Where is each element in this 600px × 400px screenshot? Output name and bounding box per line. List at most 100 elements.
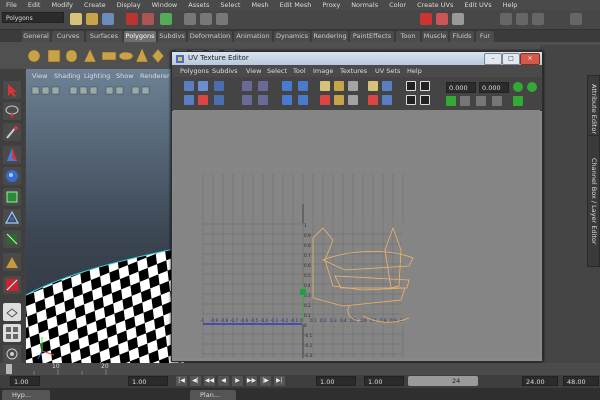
universal-manipulator-icon[interactable] xyxy=(3,209,21,227)
toggle-panel-icon[interactable] xyxy=(570,13,582,25)
lights-icon[interactable] xyxy=(105,86,114,95)
uv-relax-icon[interactable] xyxy=(334,95,344,105)
uv-copy-values-icon[interactable] xyxy=(446,96,456,106)
select-by-object-icon[interactable] xyxy=(142,13,154,25)
select-tool-icon[interactable] xyxy=(3,81,21,99)
toggle-panel-icon[interactable] xyxy=(532,13,544,25)
menu-edit-mesh[interactable]: Edit Mesh xyxy=(274,0,317,10)
uv-display-icon[interactable] xyxy=(382,81,392,91)
uv-menu-subdivs[interactable]: Subdivs xyxy=(212,67,238,75)
uv-dim-icon[interactable] xyxy=(382,95,392,105)
outliner-layout-icon[interactable] xyxy=(3,345,21,363)
move-tool-icon[interactable] xyxy=(3,146,21,164)
uv-distortion-icon[interactable] xyxy=(348,95,358,105)
uv-filter-icon[interactable] xyxy=(368,95,378,105)
viewport-menu-view[interactable]: View xyxy=(32,72,47,80)
uv-apply-icon[interactable] xyxy=(527,82,537,92)
uv-layout-icon[interactable] xyxy=(258,95,268,105)
maximize-button[interactable]: □ xyxy=(502,53,520,65)
menu-window[interactable]: Window xyxy=(146,0,183,10)
uv-paste-v-icon[interactable] xyxy=(420,95,430,105)
uv-view-icon[interactable] xyxy=(184,81,194,91)
select-by-component-icon[interactable] xyxy=(160,13,172,25)
playback-end-field[interactable]: 48.00 xyxy=(563,376,599,386)
shelf-tab-rendering[interactable]: Rendering xyxy=(312,31,348,42)
menu-normals[interactable]: Normals xyxy=(345,0,383,10)
uv-menu-uv-sets[interactable]: UV Sets xyxy=(375,67,400,75)
viewport-menu-lighting[interactable]: Lighting xyxy=(84,72,110,80)
uv-paste-u-icon[interactable] xyxy=(406,95,416,105)
uv-paste-icon[interactable] xyxy=(420,81,430,91)
uv-reset-icon[interactable] xyxy=(513,96,523,106)
four-view-layout-icon[interactable] xyxy=(3,324,21,342)
shelf-tab-polygons[interactable]: Polygons xyxy=(124,31,156,42)
perspective-viewport[interactable] xyxy=(26,69,184,370)
single-perspective-layout-icon[interactable] xyxy=(3,303,21,321)
shelf-tab-toon[interactable]: Toon xyxy=(396,31,420,42)
shelf-tab-curves[interactable]: Curves xyxy=(52,31,84,42)
current-frame-field[interactable]: 1.00 xyxy=(128,376,168,386)
poly-platonic-icon[interactable] xyxy=(151,48,165,64)
uv-clear-icon[interactable] xyxy=(476,96,486,106)
uv-refresh-icon[interactable] xyxy=(513,82,523,92)
poly-sphere-icon[interactable] xyxy=(27,49,41,63)
menu-color[interactable]: Color xyxy=(383,0,411,10)
open-scene-icon[interactable] xyxy=(86,13,98,25)
select-by-hierarchy-icon[interactable] xyxy=(126,13,138,25)
toggle-panel-icon[interactable] xyxy=(516,13,528,25)
left-value-field[interactable]: 1.00 xyxy=(10,376,40,386)
uv-u-value-field[interactable]: 0.000 xyxy=(446,82,476,93)
viewport-menu-show[interactable]: Show xyxy=(116,72,134,80)
menu-mesh[interactable]: Mesh xyxy=(245,0,273,10)
uv-menu-view[interactable]: View xyxy=(246,67,261,75)
snap-grid-icon[interactable] xyxy=(184,13,196,25)
poly-cone-icon[interactable] xyxy=(83,48,97,63)
poly-torus-icon[interactable] xyxy=(118,51,134,61)
uv-v-value-field[interactable]: 0.000 xyxy=(479,82,509,93)
uv-delete-icon[interactable] xyxy=(492,96,502,106)
playback-start-field[interactable]: 1.00 xyxy=(364,376,404,386)
uv-select-shell-icon[interactable] xyxy=(320,81,330,91)
viewport-menu-renderer[interactable]: Renderer xyxy=(140,72,170,80)
menu-assets[interactable]: Assets xyxy=(182,0,214,10)
camera-attributes-icon[interactable] xyxy=(51,86,60,95)
menu-display[interactable]: Display xyxy=(111,0,146,10)
menu-proxy[interactable]: Proxy xyxy=(316,0,345,10)
shelf-tab-subdivs[interactable]: Subdivs xyxy=(158,31,186,42)
viewport-menu-shading[interactable]: Shading xyxy=(54,72,80,80)
uv-straighten-icon[interactable] xyxy=(320,95,330,105)
uv-flip-v-icon[interactable] xyxy=(198,95,208,105)
xray-icon[interactable] xyxy=(131,86,140,95)
smooth-shade-icon[interactable] xyxy=(79,86,88,95)
poly-pyramid-icon[interactable] xyxy=(135,47,149,63)
render-settings-icon[interactable] xyxy=(452,13,464,25)
last-tool-icon[interactable] xyxy=(3,276,21,294)
menu-edit[interactable]: Edit xyxy=(22,0,46,10)
uv-image-icon[interactable] xyxy=(214,81,224,91)
close-button[interactable]: × xyxy=(520,53,540,65)
soft-mod-tool-icon[interactable] xyxy=(3,230,21,248)
shelf-tab-painteffects[interactable]: PaintEffects xyxy=(350,31,394,42)
step-forward-key-button[interactable]: |▶ xyxy=(260,376,271,386)
go-to-start-button[interactable]: |◀ xyxy=(176,376,187,386)
shelf-tab-dynamics[interactable]: Dynamics xyxy=(274,31,310,42)
step-back-frame-button[interactable]: ◀◀ xyxy=(204,376,215,386)
snap-curve-icon[interactable] xyxy=(200,13,212,25)
uv-grid-canvas[interactable]: -1 -0.9 -0.8 -0.7 -0.6 -0.5 -0.4 -0.3 -0.2 -0.1 0 0… xyxy=(173,110,540,358)
uv-shell-border-icon[interactable] xyxy=(334,81,344,91)
shelf-tab-animation[interactable]: Animation xyxy=(234,31,272,42)
uv-menu-select[interactable]: Select xyxy=(267,67,287,75)
poly-cube-icon[interactable] xyxy=(47,49,61,63)
isolate-select-icon[interactable] xyxy=(141,86,150,95)
uv-copy-icon[interactable] xyxy=(406,81,416,91)
menu-help[interactable]: Help xyxy=(497,0,523,10)
render-frame-icon[interactable] xyxy=(420,13,432,25)
shelf-tab-surfaces[interactable]: Surfaces xyxy=(86,31,122,42)
uv-sew-icon[interactable] xyxy=(258,81,268,91)
menu-file[interactable]: File xyxy=(0,0,22,10)
new-scene-icon[interactable] xyxy=(70,13,82,25)
step-back-key-button[interactable]: ◀| xyxy=(190,376,201,386)
uv-unfold-icon[interactable] xyxy=(348,81,358,91)
snap-point-icon[interactable] xyxy=(216,13,228,25)
shelf-tab-fluids[interactable]: Fluids xyxy=(450,31,474,42)
